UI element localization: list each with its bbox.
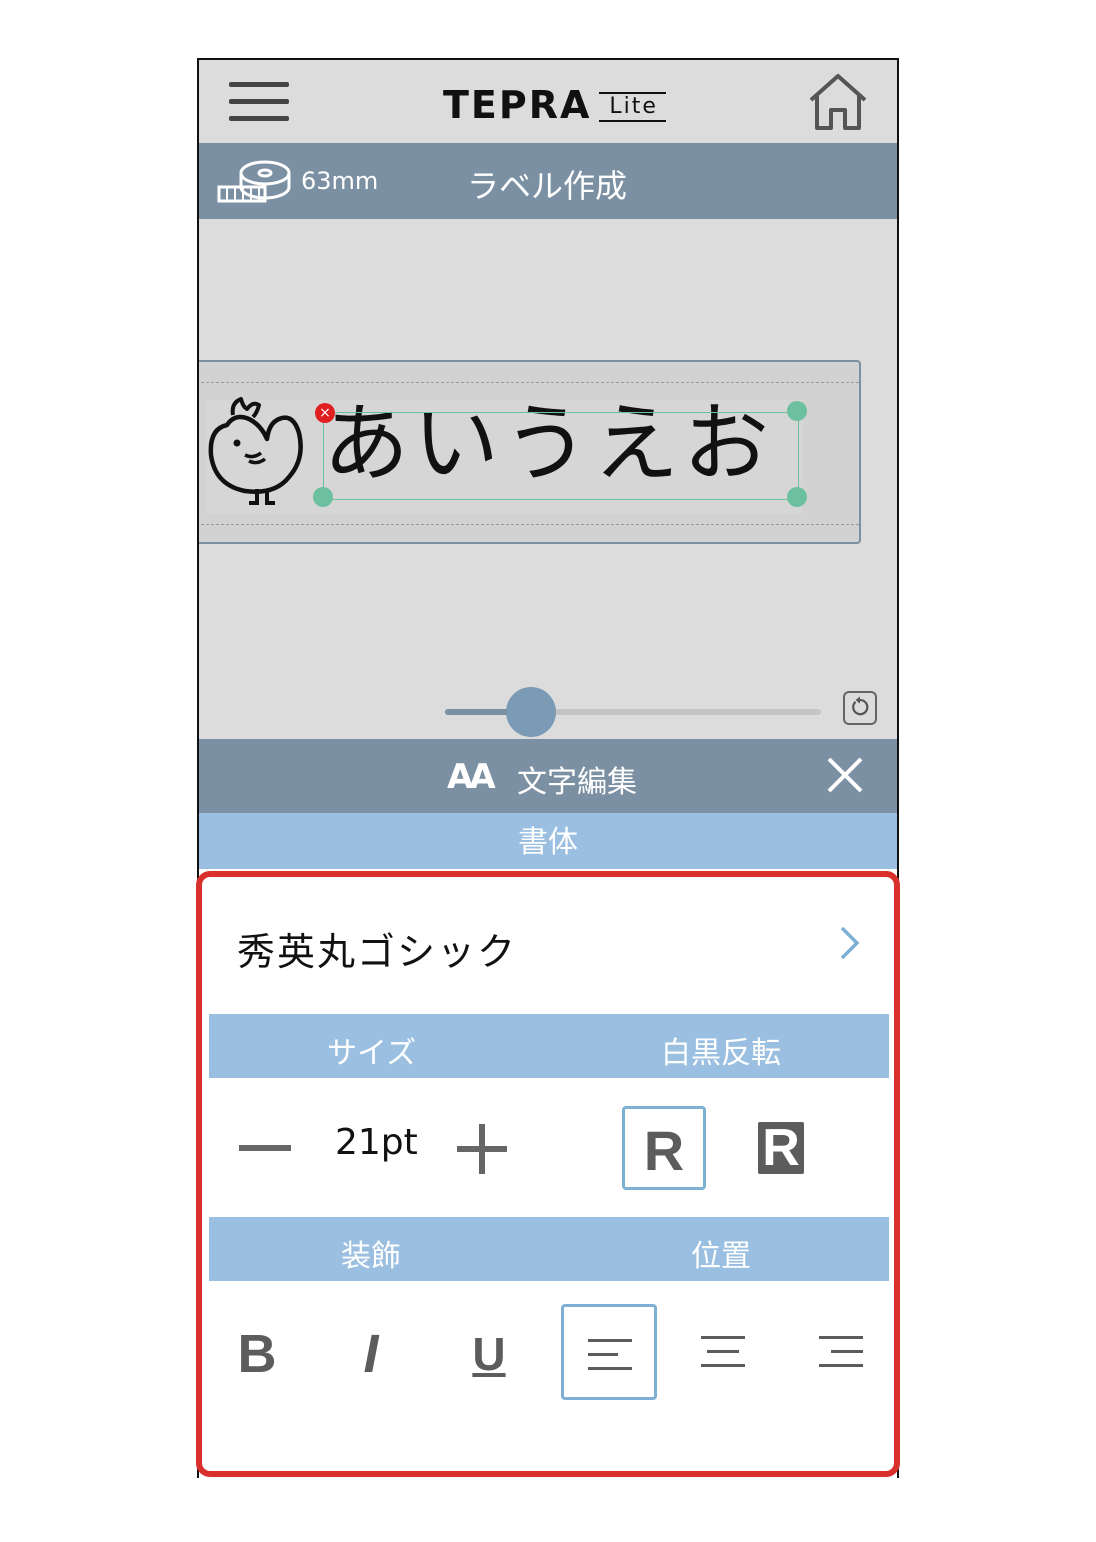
resize-handle[interactable]	[787, 401, 807, 421]
delete-icon[interactable]: ×	[315, 403, 335, 423]
underline-icon: U	[472, 1328, 506, 1380]
logo-main: TEPRA	[443, 83, 592, 127]
italic-button[interactable]: I	[323, 1306, 419, 1402]
normal-r-glyph: R	[643, 1119, 685, 1182]
selection-box	[323, 412, 799, 500]
reset-zoom-icon[interactable]	[843, 691, 877, 725]
size-increase-button[interactable]	[457, 1124, 507, 1174]
label-canvas[interactable]: あいうえお ×	[199, 219, 897, 739]
normal-color-button[interactable]: R	[622, 1106, 706, 1190]
resize-handle[interactable]	[313, 487, 333, 507]
inverse-label: 白黒反転	[661, 1036, 781, 1071]
position-label: 位置	[691, 1239, 751, 1274]
italic-icon: I	[363, 1324, 379, 1384]
top-bar: TEPRA Lite	[199, 60, 897, 143]
underline-button[interactable]: U	[441, 1306, 537, 1402]
font-name[interactable]: 秀英丸ゴシック	[237, 921, 517, 976]
tape-width: 63mm	[301, 167, 379, 195]
app-screen: TEPRA Lite 63mm ラベル作成 あいうえお × AA 文字編集 書体…	[197, 58, 899, 1478]
logo-sub: Lite	[599, 92, 666, 122]
size-inverse-header: サイズ 白黒反転	[209, 1014, 889, 1078]
size-label: サイズ	[327, 1036, 417, 1071]
align-left-button[interactable]	[561, 1304, 657, 1400]
font-section-label: 書体	[518, 825, 578, 860]
font-section-header: 書体	[199, 813, 897, 869]
app-logo: TEPRA Lite	[443, 80, 666, 124]
decoration-position-header: 装飾 位置	[209, 1217, 889, 1281]
chevron-right-icon[interactable]	[839, 925, 861, 961]
zoom-slider[interactable]	[445, 687, 821, 737]
menu-icon[interactable]	[229, 82, 289, 122]
bold-button[interactable]: B	[209, 1306, 305, 1402]
resize-handle[interactable]	[787, 487, 807, 507]
chicken-illustration[interactable]	[205, 395, 317, 511]
size-value: 21pt	[335, 1122, 418, 1163]
zoom-slider-thumb[interactable]	[506, 687, 557, 737]
bold-icon: B	[237, 1324, 277, 1384]
decoration-label: 装飾	[341, 1239, 401, 1274]
inverse-color-button[interactable]: R	[739, 1106, 823, 1190]
home-icon[interactable]	[807, 72, 869, 132]
text-edit-icon: AA	[447, 757, 496, 797]
align-right-button[interactable]	[791, 1304, 887, 1400]
text-edit-title: 文字編集	[517, 765, 637, 800]
close-icon[interactable]	[827, 757, 863, 793]
page-title: ラベル作成	[467, 167, 628, 205]
text-edit-bar: AA 文字編集	[199, 739, 897, 813]
inverse-r-glyph: R	[758, 1122, 804, 1174]
size-decrease-button[interactable]	[239, 1145, 291, 1151]
align-center-button[interactable]	[675, 1304, 771, 1400]
tape-icon	[217, 160, 291, 203]
header-bar: 63mm ラベル作成	[199, 143, 897, 219]
